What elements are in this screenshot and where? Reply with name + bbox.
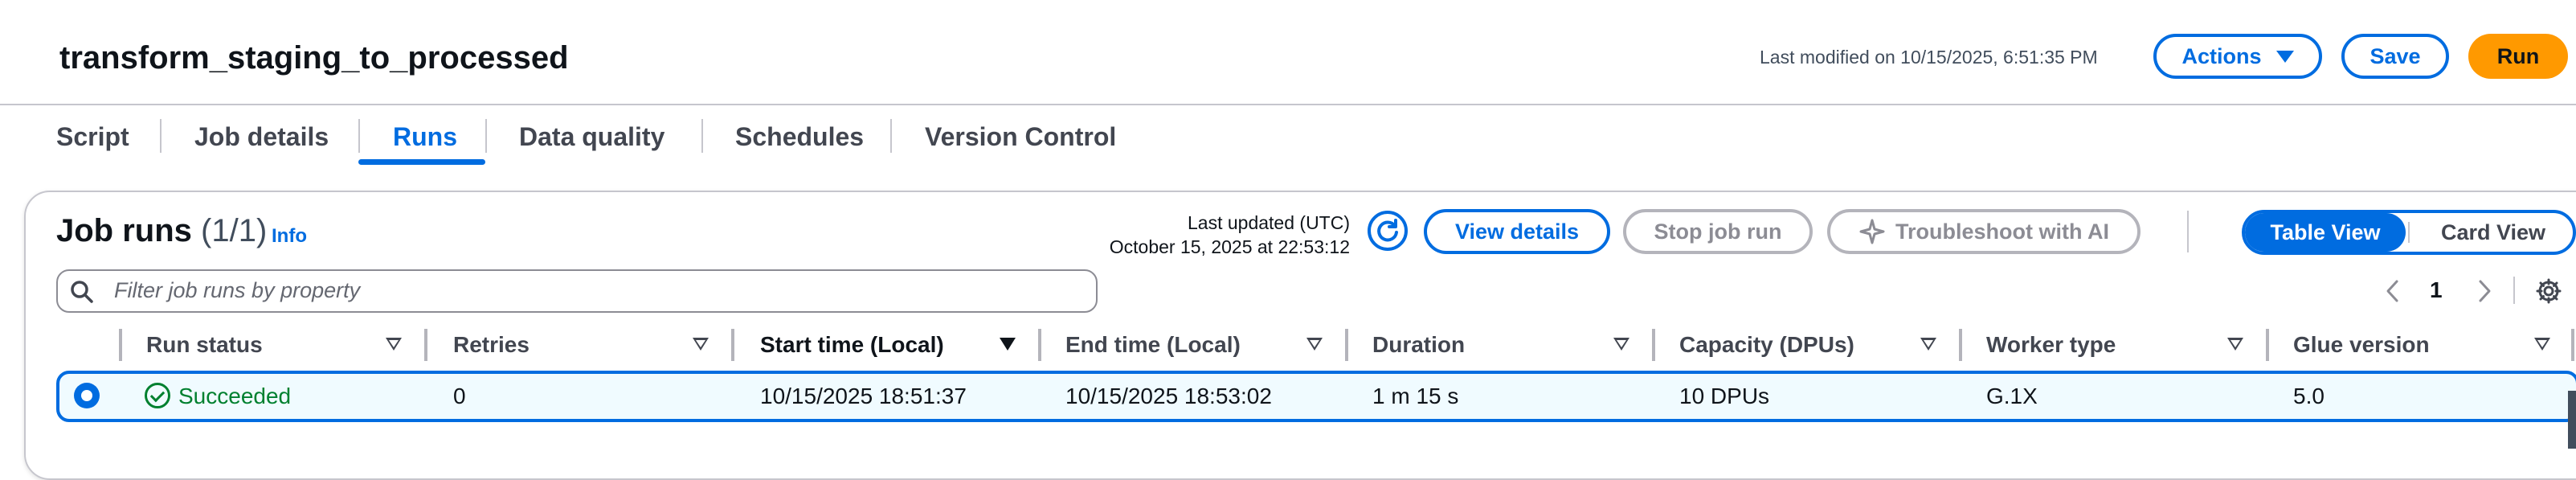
refresh-icon [1377, 219, 1398, 242]
job-runs-heading: Job runs (1/1) [56, 211, 267, 251]
troubleshoot-ai-button[interactable]: Troubleshoot with AI [1827, 209, 2141, 254]
column-header-retries[interactable]: Retries [453, 330, 530, 359]
last-updated: Last updated (UTC) October 15, 2025 at 2… [1110, 211, 1350, 259]
sort-descending-icon[interactable] [1000, 338, 1016, 351]
settings-gear-icon[interactable] [2534, 277, 2563, 306]
success-check-icon [145, 383, 170, 408]
actions-button-label: Actions [2181, 43, 2262, 68]
refresh-button[interactable] [1368, 211, 1408, 251]
save-button[interactable]: Save [2341, 34, 2449, 79]
tab-data-quality[interactable]: Data quality [519, 121, 664, 153]
tab-separator [701, 119, 703, 153]
sort-icon[interactable] [693, 338, 709, 351]
column-header-start-time[interactable]: Start time (Local) [760, 330, 944, 359]
start-time-value: 10/15/2025 18:51:37 [760, 384, 967, 408]
toggle-divider [2408, 222, 2410, 243]
row-select-radio[interactable] [74, 383, 100, 408]
view-details-button[interactable]: View details [1424, 209, 1610, 254]
column-separator [2571, 329, 2574, 361]
search-icon [71, 281, 93, 303]
column-separator [1345, 329, 1348, 361]
sort-icon[interactable] [1306, 338, 1323, 351]
scrollbar-thumb[interactable] [2568, 391, 2576, 449]
chevron-right-icon[interactable] [2475, 278, 2494, 304]
glue-version-value: 5.0 [2293, 384, 2325, 408]
table-row[interactable] [56, 371, 2576, 422]
page-number[interactable]: 1 [2430, 277, 2443, 303]
tab-separator [358, 119, 360, 153]
tab-job-details[interactable]: Job details [194, 121, 329, 153]
column-header-end-time[interactable]: End time (Local) [1065, 330, 1241, 359]
capacity-value: 10 DPUs [1679, 384, 1770, 408]
duration-value: 1 m 15 s [1372, 384, 1459, 408]
tab-separator [890, 119, 892, 153]
card-view-toggle[interactable]: Card View [2410, 213, 2576, 252]
stop-job-run-button[interactable]: Stop job run [1623, 209, 1813, 254]
column-separator [731, 329, 734, 361]
tab-separator [160, 119, 162, 153]
table-view-toggle[interactable]: Table View [2245, 213, 2406, 252]
tab-script[interactable]: Script [56, 121, 129, 153]
run-button[interactable]: Run [2468, 34, 2568, 79]
page-title: transform_staging_to_processed [59, 40, 569, 76]
chevron-left-icon[interactable] [2383, 278, 2402, 304]
worker-type-value: G.1X [1986, 384, 2038, 408]
column-header-worker-type[interactable]: Worker type [1986, 330, 2116, 359]
column-header-duration[interactable]: Duration [1372, 330, 1465, 359]
tab-version-control[interactable]: Version Control [925, 121, 1116, 153]
header-divider [0, 104, 2576, 105]
last-updated-label: Last updated (UTC) [1188, 212, 1350, 233]
end-time-value: 10/15/2025 18:53:02 [1065, 384, 1272, 408]
sort-icon[interactable] [1613, 338, 1629, 351]
pager-divider [2513, 277, 2515, 304]
toolbar-divider [2187, 211, 2189, 252]
job-runs-title: Job runs [56, 213, 192, 248]
last-updated-time: October 15, 2025 at 22:53:12 [1109, 236, 1350, 257]
column-header-run-status[interactable]: Run status [146, 330, 263, 359]
sort-icon[interactable] [1920, 338, 1936, 351]
retries-value: 0 [453, 384, 466, 408]
column-separator [119, 329, 122, 361]
column-header-capacity[interactable]: Capacity (DPUs) [1679, 330, 1854, 359]
sort-icon[interactable] [386, 338, 402, 351]
tab-schedules[interactable]: Schedules [735, 121, 864, 153]
sort-icon[interactable] [2227, 338, 2243, 351]
caret-down-icon [2275, 50, 2294, 63]
info-link[interactable]: Info [272, 225, 307, 248]
column-header-glue-version[interactable]: Glue version [2293, 330, 2430, 359]
column-separator [1652, 329, 1655, 361]
last-modified-text: Last modified on 10/15/2025, 6:51:35 PM [1760, 47, 2098, 68]
tab-separator [485, 119, 487, 153]
column-separator [1959, 329, 1962, 361]
troubleshoot-ai-label: Troubleshoot with AI [1895, 219, 2109, 244]
sort-icon[interactable] [2534, 338, 2550, 351]
column-separator [2266, 329, 2269, 361]
actions-button[interactable]: Actions [2153, 34, 2322, 79]
filter-input[interactable] [114, 274, 1078, 306]
column-separator [424, 329, 427, 361]
tab-runs[interactable]: Runs [393, 121, 457, 153]
run-status-value: Succeeded [178, 384, 292, 408]
column-separator [1038, 329, 1041, 361]
sparkle-icon [1859, 219, 1885, 244]
active-tab-indicator [358, 159, 485, 165]
job-runs-count: (1/1) [201, 213, 268, 248]
